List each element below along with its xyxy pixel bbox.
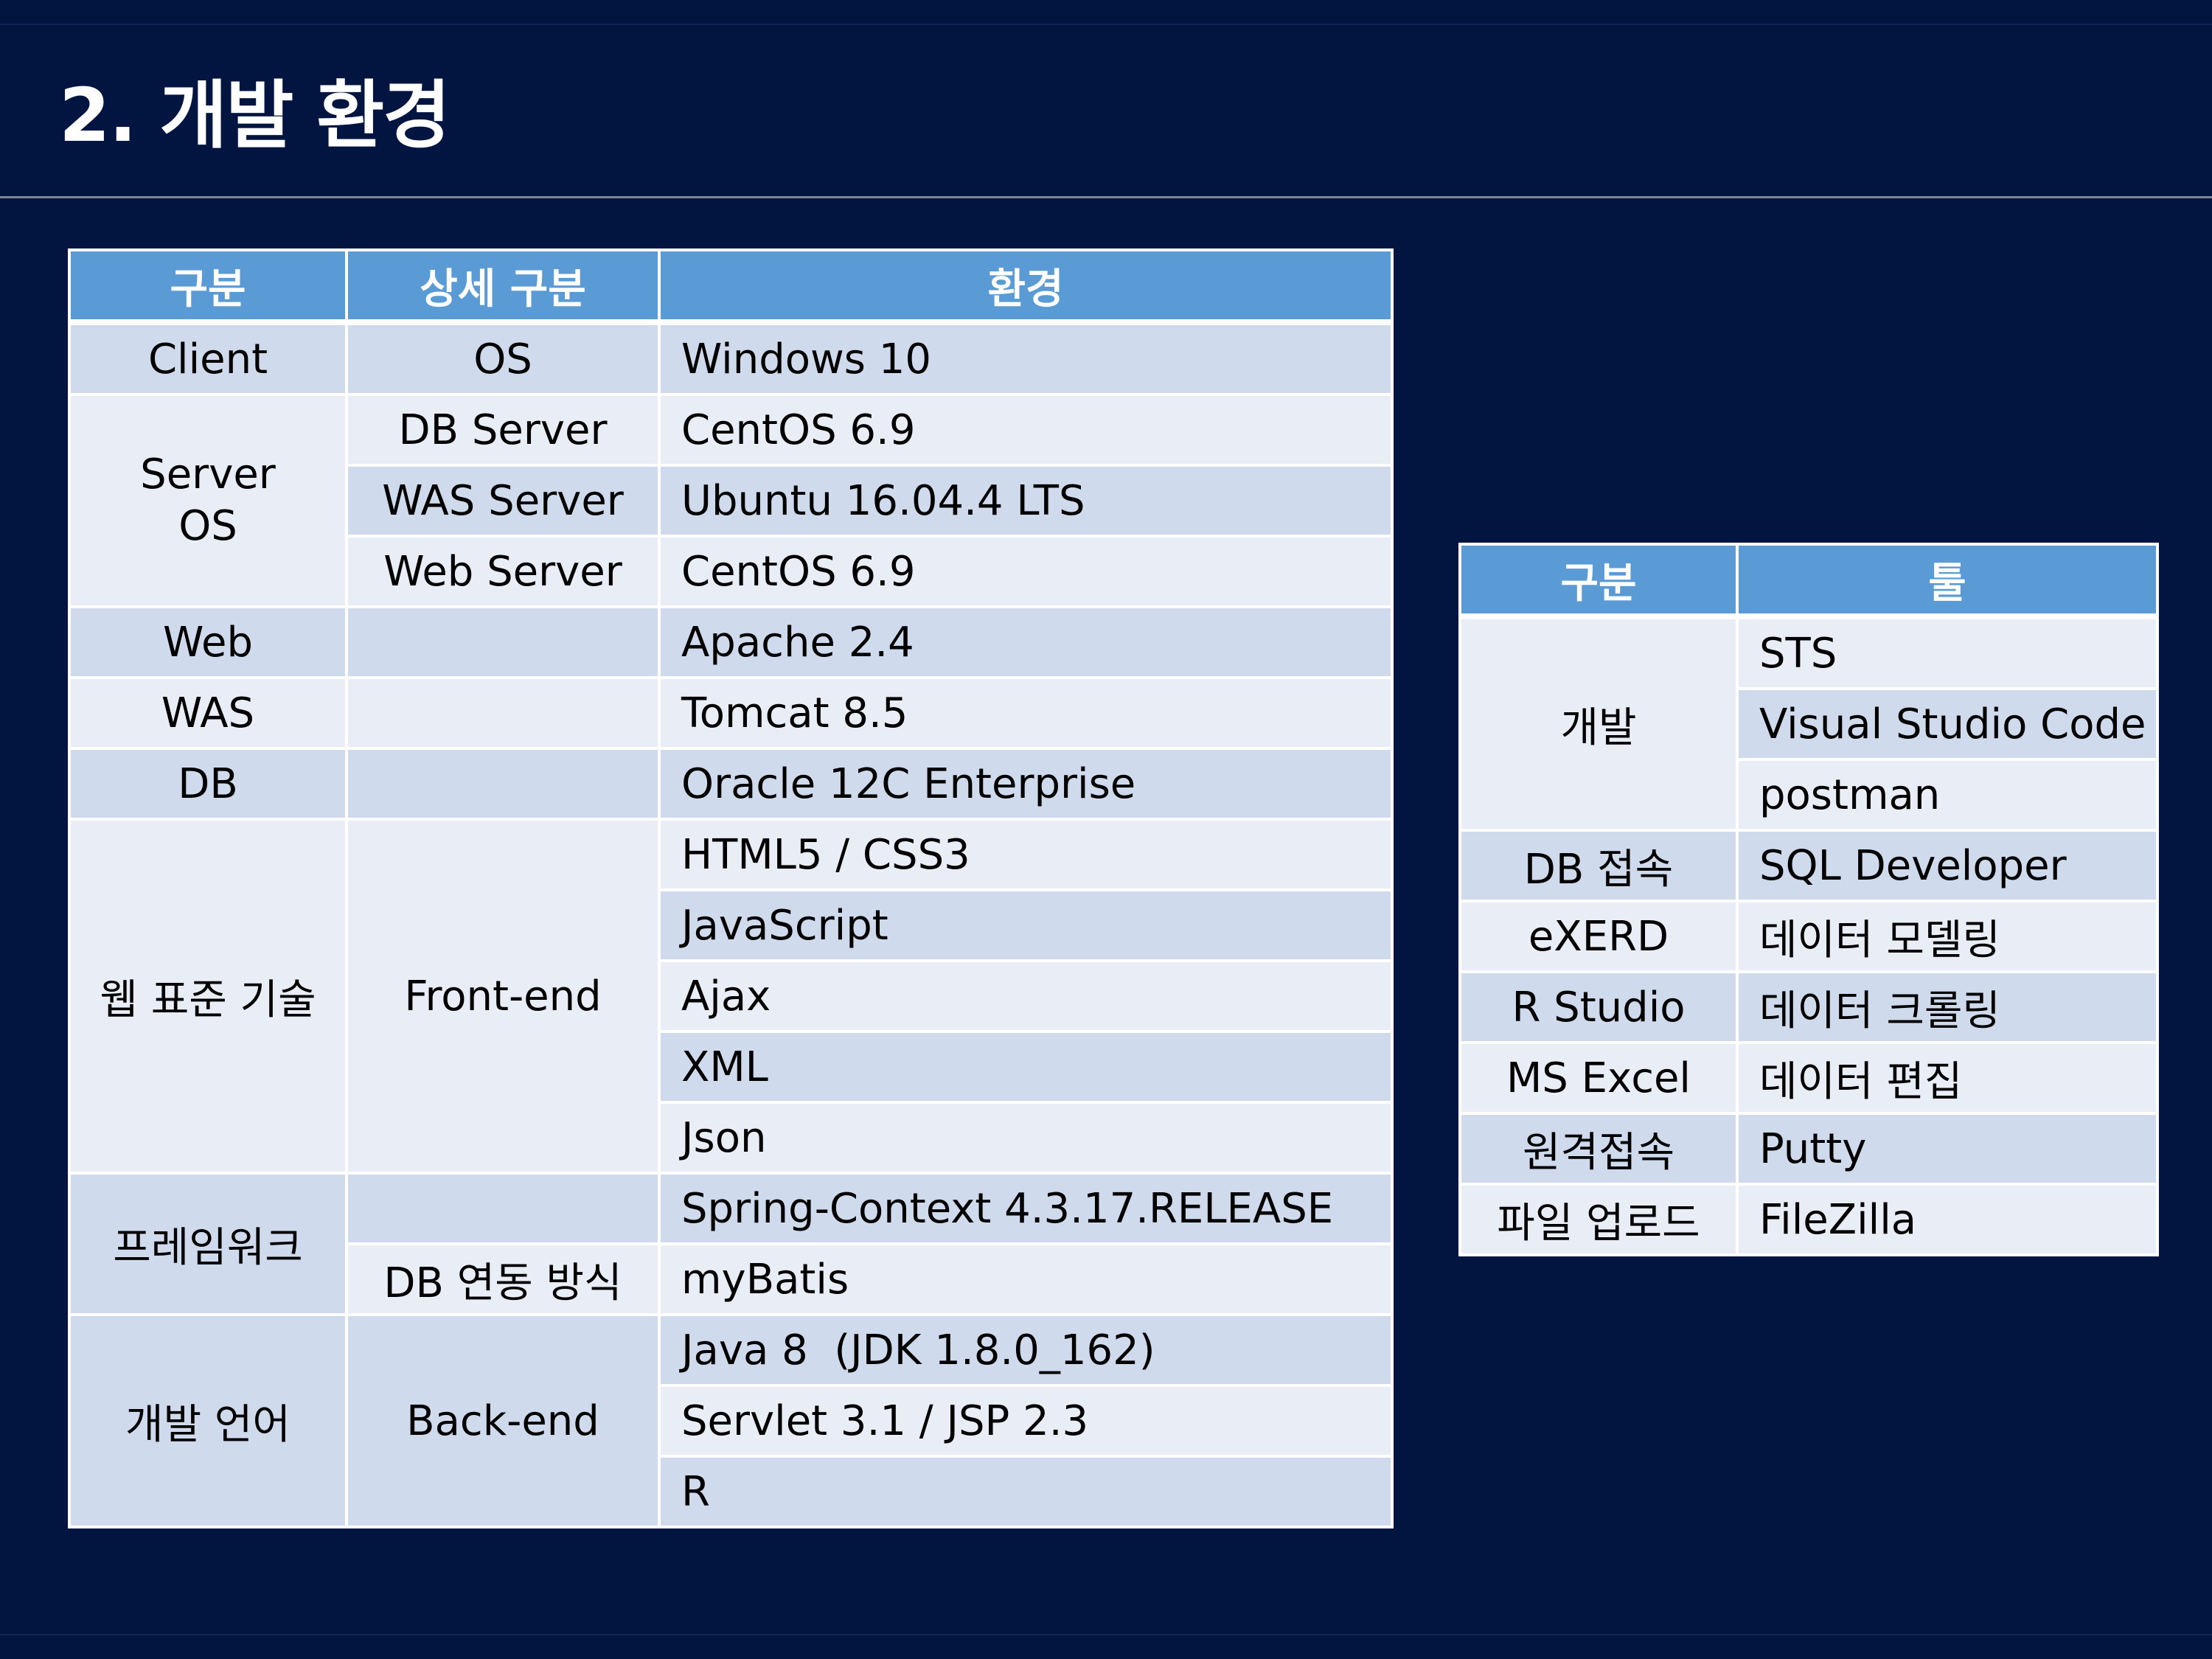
header-category: 구분 [68,248,348,325]
env-cell: Ubuntu 16.04.4 LTS [658,464,1394,538]
table-row: DB 접속 SQL Developer [1458,829,2159,902]
category-cell: 파일 업로드 [1458,1183,1739,1256]
table-row: 개발 언어 Back-end Java 8 (JDK 1.8.0_162) [68,1313,1394,1528]
env-cell: Ajax [658,959,1394,1033]
category-cell: Web [68,605,348,679]
detail-cell [345,605,661,679]
category-cell: R Studio [1458,970,1739,1044]
env-cell: Servlet 3.1 / JSP 2.3 [658,1384,1394,1458]
environment-table: 구분 상세 구분 환경 Client OS Windows 10 Server … [68,248,1394,1528]
header-detail: 상세 구분 [345,248,661,325]
table-row: Web Apache 2.4 [68,605,1394,679]
tool-cell: postman [1736,758,2159,832]
detail-cell [345,747,661,821]
detail-cell: Front-end [345,818,661,1175]
category-cell: 개발 언어 [68,1313,348,1528]
table-row: DB Oracle 12C Enterprise [68,747,1394,821]
page-title: 2. 개발 환경 [59,72,451,159]
env-cell: Json [658,1101,1394,1175]
detail-cell: Back-end [345,1313,661,1528]
env-cell: Apache 2.4 [658,605,1394,679]
env-cell: HTML5 / CSS3 [658,818,1394,891]
env-cell: Oracle 12C Enterprise [658,747,1394,821]
category-cell: 원격접속 [1458,1112,1739,1186]
detail-cell [345,676,661,750]
tool-cell: Visual Studio Code [1736,687,2159,761]
bottom-border-line [0,1634,2212,1635]
table-row: MS Excel 데이터 편집 [1458,1041,2159,1115]
category-cell: DB 접속 [1458,829,1739,902]
category-cell: Server OS [68,393,348,608]
table-row: 파일 업로드 FileZilla [1458,1183,2159,1256]
detail-cell [345,1172,661,1245]
table-header-row: 구분 툴 [1458,543,2159,619]
category-cell: Client [68,321,348,396]
header-environment: 환경 [658,248,1394,325]
table-row: 원격접속 Putty [1458,1112,2159,1186]
table-row: 개발 STS [1458,615,2159,832]
table-row: 프레임워크 Spring-Context 4.3.17.RELEASE [68,1172,1394,1316]
detail-cell: OS [345,321,661,396]
tool-cell: SQL Developer [1736,829,2159,902]
env-cell: Java 8 (JDK 1.8.0_162) [658,1313,1394,1387]
env-cell: CentOS 6.9 [658,535,1394,608]
table-row: 웹 표준 기술 Front-end HTML5 / CSS3 [68,818,1394,1175]
table-header-row: 구분 상세 구분 환경 [68,248,1394,325]
table-row: Server OS DB Server CentOS 6.9 [68,393,1394,608]
category-cell: eXERD [1458,900,1739,973]
env-cell: JavaScript [658,888,1394,962]
category-cell: WAS [68,676,348,750]
category-cell: 웹 표준 기술 [68,818,348,1175]
env-cell: Windows 10 [658,321,1394,396]
category-cell: 개발 [1458,615,1739,832]
table-row: eXERD 데이터 모델링 [1458,900,2159,973]
detail-cell: DB Server [345,393,661,467]
env-cell: XML [658,1030,1394,1104]
top-border-line [0,24,2212,25]
detail-cell: WAS Server [345,464,661,538]
env-cell: myBatis [658,1242,1394,1316]
env-cell: Spring-Context 4.3.17.RELEASE [658,1172,1394,1245]
category-cell: MS Excel [1458,1041,1739,1115]
detail-cell: DB 연동 방식 [345,1242,661,1316]
category-cell: 프레임워크 [68,1172,348,1316]
table-row: WAS Tomcat 8.5 [68,676,1394,750]
tool-cell: STS [1736,615,2159,690]
tool-cell: Putty [1736,1112,2159,1186]
header-tool: 툴 [1736,543,2159,619]
env-cell: CentOS 6.9 [658,393,1394,467]
env-cell: R [658,1455,1394,1528]
category-cell: DB [68,747,348,821]
tool-cell: 데이터 편집 [1736,1041,2159,1115]
table-row: R Studio 데이터 크롤링 [1458,970,2159,1044]
table-row: Client OS Windows 10 [68,321,1394,396]
tool-cell: 데이터 크롤링 [1736,970,2159,1044]
tool-cell: FileZilla [1736,1183,2159,1256]
detail-cell: Web Server [345,535,661,608]
header-category: 구분 [1458,543,1739,619]
tools-table: 구분 툴 개발 STS Visual Studio Code postman D… [1458,543,2159,1256]
tool-cell: 데이터 모델링 [1736,900,2159,973]
env-cell: Tomcat 8.5 [658,676,1394,750]
title-divider [0,196,2212,198]
